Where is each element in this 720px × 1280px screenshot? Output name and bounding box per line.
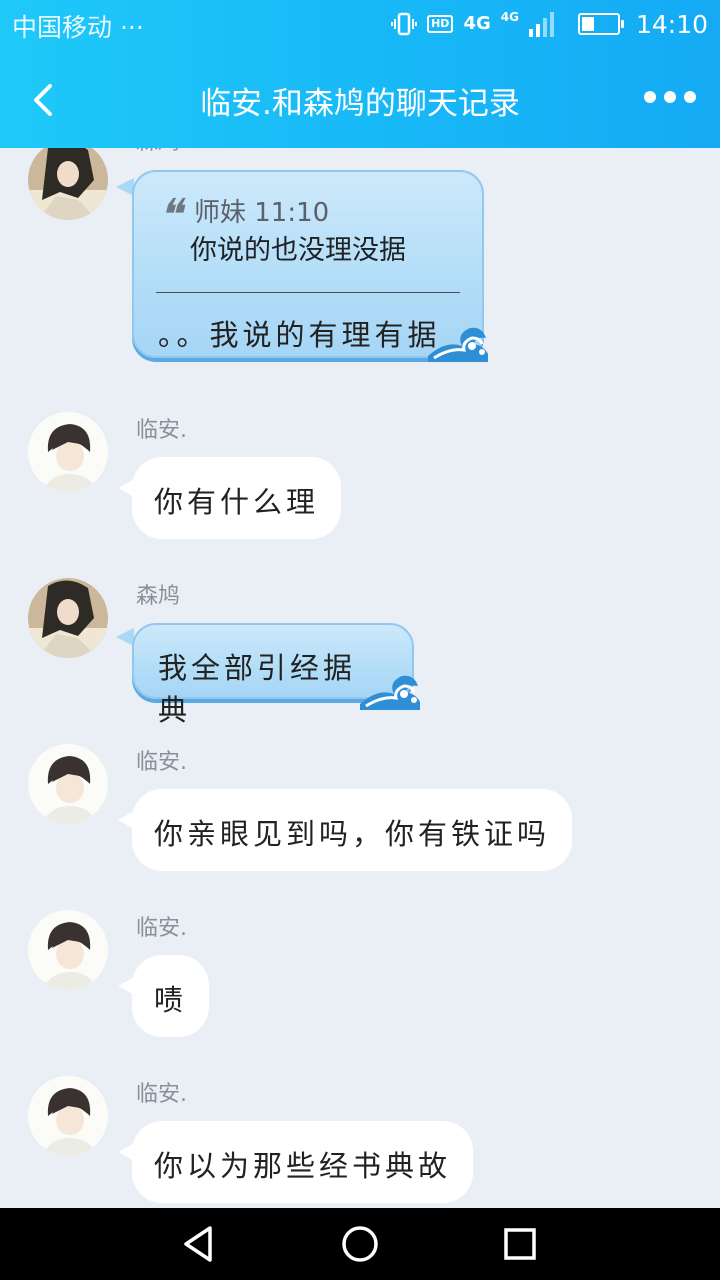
title-bar: 临安.和森鸠的聊天记录 bbox=[0, 48, 720, 148]
quote-text: 你说的也没理没据 bbox=[190, 235, 406, 266]
more-button[interactable] bbox=[644, 82, 696, 112]
more-dot-1 bbox=[644, 91, 656, 103]
sender-name: 临安. bbox=[136, 418, 187, 443]
avatar-linan[interactable] bbox=[28, 412, 108, 492]
battery-icon bbox=[577, 13, 624, 35]
nav-home-icon bbox=[342, 1226, 378, 1262]
network-type-secondary: 4G bbox=[500, 10, 519, 24]
avatar-senjiu[interactable] bbox=[28, 578, 108, 658]
avatar-senjiu-image bbox=[28, 578, 108, 658]
hd-badge: HD bbox=[427, 15, 454, 33]
page-title: 临安.和森鸠的聊天记录 bbox=[200, 86, 520, 122]
wave-decoration-icon bbox=[360, 675, 420, 710]
avatar-linan[interactable] bbox=[28, 1076, 108, 1156]
carrier-more: ··· bbox=[119, 13, 144, 42]
sender-name: 临安. bbox=[136, 750, 187, 775]
message-bubble[interactable]: 你以为那些经书典故 bbox=[132, 1121, 474, 1203]
nav-recents-button[interactable] bbox=[490, 1220, 550, 1268]
carrier-label: 中国移动 bbox=[12, 13, 113, 42]
avatar-senjiu-image bbox=[28, 148, 108, 220]
network-type: 4G bbox=[463, 13, 491, 34]
quote-divider bbox=[156, 292, 460, 293]
avatar-linan-image bbox=[28, 1076, 108, 1156]
message-text: 。。我说的有理有据 bbox=[158, 318, 441, 352]
status-icons: HD 4G 4G 14:10 bbox=[391, 8, 708, 40]
nav-back-button[interactable] bbox=[170, 1220, 230, 1268]
back-button[interactable] bbox=[20, 70, 70, 126]
sender-name: 森鸠 bbox=[136, 148, 180, 156]
avatar-linan-image bbox=[28, 412, 108, 492]
more-dot-3 bbox=[684, 91, 696, 103]
avatar-linan-image bbox=[28, 910, 108, 990]
top-bar: 中国移动 ··· HD 4G 4G 14:10 临安.和森鸠的聊天记录 bbox=[0, 0, 720, 148]
message-text: 你以为那些经书典故 bbox=[154, 1149, 452, 1183]
back-arrow-icon bbox=[34, 84, 52, 116]
sender-name: 森鸠 bbox=[136, 584, 181, 609]
nav-recents-icon bbox=[504, 1228, 536, 1260]
message-bubble[interactable]: 啧 bbox=[132, 955, 210, 1037]
avatar-linan[interactable] bbox=[28, 744, 108, 824]
signal-icon bbox=[528, 11, 554, 37]
message-text: 你亲眼见到吗，你有铁证吗 bbox=[154, 817, 551, 851]
message-bubble[interactable]: 你有什么理 bbox=[132, 457, 342, 539]
status-bar: 中国移动 ··· HD 4G 4G 14:10 bbox=[0, 0, 720, 48]
navigation-bar bbox=[0, 1208, 720, 1280]
nav-back-icon bbox=[184, 1226, 212, 1262]
vibrate-icon bbox=[391, 12, 418, 36]
more-dot-2 bbox=[664, 91, 676, 103]
avatar-linan[interactable] bbox=[28, 910, 108, 990]
battery-level bbox=[581, 17, 594, 31]
message-bubble[interactable]: 你亲眼见到吗，你有铁证吗 bbox=[132, 789, 573, 871]
chat-history[interactable]: 森鸠 ❝ 师妹 11:10 你说的也没理没据 。。我说的有理有据 临安. bbox=[0, 148, 720, 1208]
message-text: 啧 bbox=[154, 983, 188, 1017]
sender-name: 临安. bbox=[136, 1082, 187, 1107]
clock: 14:10 bbox=[635, 9, 708, 39]
message-text: 我全部引经据典 bbox=[158, 651, 357, 727]
avatar-senjiu[interactable] bbox=[28, 148, 108, 220]
nav-home-button[interactable] bbox=[330, 1220, 390, 1268]
carrier-name: 中国移动 ··· bbox=[12, 8, 144, 44]
sender-name: 临安. bbox=[136, 916, 187, 941]
message-text: 你有什么理 bbox=[154, 485, 320, 519]
avatar-linan-image bbox=[28, 744, 108, 824]
quote-icon: ❝ bbox=[158, 190, 182, 241]
quote-meta: 师妹 11:10 bbox=[194, 198, 330, 228]
wave-decoration-icon bbox=[428, 327, 488, 362]
